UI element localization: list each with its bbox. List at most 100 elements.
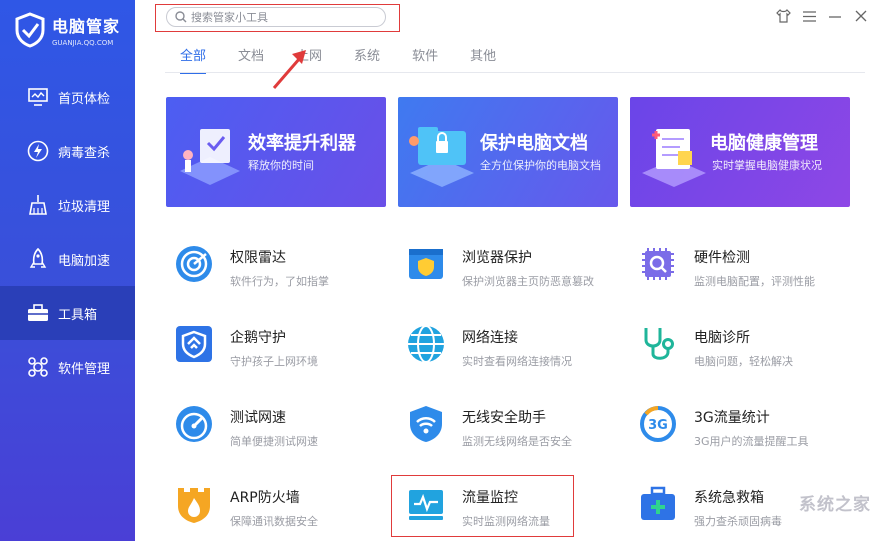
banner-title: 电脑健康管理 bbox=[710, 133, 818, 154]
tool-desc: 3G用户的流量提醒工具 bbox=[694, 435, 809, 448]
tab-documents[interactable]: 文档 bbox=[238, 45, 264, 74]
watermark: 系统之家 bbox=[799, 495, 871, 515]
banner-title: 效率提升利器 bbox=[248, 133, 356, 154]
sidebar-item-virus-scan[interactable]: 病毒查杀 bbox=[0, 124, 135, 178]
banner-title: 保护电脑文档 bbox=[480, 133, 588, 154]
sidebar-item-label: 病毒查杀 bbox=[58, 145, 111, 161]
speedometer-icon bbox=[176, 406, 212, 442]
sidebar-item-label: 软件管理 bbox=[58, 361, 111, 377]
tool-desc: 强力查杀顽固病毒 bbox=[694, 515, 782, 528]
tool-name: 硬件检测 bbox=[694, 250, 750, 266]
tool-name: 测试网速 bbox=[230, 410, 286, 426]
search-input[interactable] bbox=[191, 10, 371, 24]
sidebar-item-toolbox[interactable]: 工具箱 bbox=[0, 286, 135, 340]
skin-icon[interactable] bbox=[775, 8, 791, 24]
tab-all[interactable]: 全部 bbox=[180, 45, 207, 74]
tool-permission-radar[interactable]: 权限雷达 软件行为，了如指掌 bbox=[174, 244, 384, 300]
sidebar-item-software-manager[interactable]: 软件管理 bbox=[0, 340, 135, 394]
tool-3g-traffic-stats[interactable]: 3G 3G流量统计 3G用户的流量提醒工具 bbox=[638, 404, 848, 460]
red-arrow-annotation bbox=[272, 50, 306, 89]
tool-hardware-detection[interactable]: 硬件检测 监测电脑配置，评测性能 bbox=[638, 244, 848, 300]
tool-name: 网络连接 bbox=[462, 330, 518, 346]
rocket-icon bbox=[26, 247, 50, 271]
tool-pc-clinic[interactable]: 电脑诊所 电脑问题，轻松解决 bbox=[638, 324, 848, 380]
tool-name: 3G流量统计 bbox=[694, 410, 770, 426]
radar-icon bbox=[176, 246, 212, 282]
broom-icon bbox=[26, 193, 50, 217]
window-controls bbox=[775, 8, 869, 24]
tool-name: ARP防火墙 bbox=[230, 490, 300, 506]
tool-network-connection[interactable]: 网络连接 实时查看网络连接情况 bbox=[406, 324, 616, 380]
toolbox-icon bbox=[26, 301, 50, 325]
tool-browser-protection[interactable]: 浏览器保护 保护浏览器主页防恶意篡改 bbox=[406, 244, 616, 300]
sidebar-item-junk-clean[interactable]: 垃圾清理 bbox=[0, 178, 135, 232]
globe-icon bbox=[408, 325, 444, 363]
search-bar[interactable] bbox=[166, 7, 386, 27]
apps-icon bbox=[26, 355, 50, 379]
lightning-icon bbox=[26, 139, 50, 163]
close-icon[interactable] bbox=[853, 8, 869, 24]
tool-name: 企鹅守护 bbox=[230, 330, 286, 346]
traffic-monitor-icon bbox=[409, 490, 443, 520]
tool-penguin-guardian[interactable]: 企鹅守护 守护孩子上网环境 bbox=[174, 324, 384, 380]
tool-desc: 守护孩子上网环境 bbox=[230, 355, 318, 368]
tool-name: 流量监控 bbox=[462, 490, 518, 506]
banner-subtitle: 全方位保护你的电脑文档 bbox=[480, 159, 601, 172]
sidebar-item-label: 首页体检 bbox=[58, 91, 111, 107]
firewall-icon bbox=[178, 488, 210, 523]
app-subtitle: GUANJIA.QQ.COM bbox=[52, 39, 114, 47]
tool-name: 电脑诊所 bbox=[694, 330, 750, 346]
sidebar-item-label: 电脑加速 bbox=[58, 253, 111, 269]
tool-speed-test[interactable]: 测试网速 简单便捷测试网速 bbox=[174, 404, 384, 460]
sidebar-item-speedup[interactable]: 电脑加速 bbox=[0, 232, 135, 286]
tab-system[interactable]: 系统 bbox=[354, 45, 380, 74]
tool-desc: 保护浏览器主页防恶意篡改 bbox=[462, 275, 594, 288]
3g-icon: 3G bbox=[640, 406, 676, 442]
tool-traffic-monitor[interactable]: 流量监控 实时监测网络流量 bbox=[406, 484, 616, 540]
sidebar-nav: 首页体检 病毒查杀 垃圾清理 电脑加速 工具箱 软件管理 bbox=[0, 70, 135, 394]
penguin-shield-icon bbox=[176, 326, 212, 362]
app-window: 电脑管家 GUANJIA.QQ.COM 首页体检 病毒查杀 垃圾清理 电脑加速 … bbox=[0, 0, 881, 541]
svg-text:3G: 3G bbox=[648, 418, 668, 433]
minimize-icon[interactable] bbox=[827, 8, 843, 24]
health-report-illustration-icon bbox=[642, 129, 706, 187]
tool-desc: 软件行为，了如指掌 bbox=[230, 275, 329, 288]
banner-health-management[interactable]: 电脑健康管理 实时掌握电脑健康状况 bbox=[630, 97, 850, 207]
folder-lock-illustration-icon bbox=[409, 127, 474, 187]
banner-subtitle: 实时掌握电脑健康状况 bbox=[712, 159, 822, 172]
tool-desc: 实时监测网络流量 bbox=[462, 515, 550, 528]
tool-desc: 监测无线网络是否安全 bbox=[462, 435, 572, 448]
banner-efficiency[interactable]: 效率提升利器 释放你的时间 bbox=[166, 97, 386, 207]
app-logo: 电脑管家 GUANJIA.QQ.COM bbox=[14, 12, 120, 48]
browser-shield-icon bbox=[409, 249, 443, 279]
tool-arp-firewall[interactable]: ARP防火墙 保障通讯数据安全 bbox=[174, 484, 384, 540]
category-tabs: 全部 文档 上网 系统 软件 其他 bbox=[180, 45, 528, 74]
tab-other[interactable]: 其他 bbox=[470, 45, 496, 74]
chip-icon bbox=[642, 248, 674, 280]
tool-desc: 实时查看网络连接情况 bbox=[462, 355, 572, 368]
tool-desc: 简单便捷测试网速 bbox=[230, 435, 318, 448]
tool-wifi-security[interactable]: 无线安全助手 监测无线网络是否安全 bbox=[406, 404, 616, 460]
tab-software[interactable]: 软件 bbox=[412, 45, 438, 74]
app-name: 电脑管家 bbox=[52, 17, 121, 36]
firstaid-icon bbox=[641, 486, 675, 520]
tool-desc: 保障通讯数据安全 bbox=[230, 515, 318, 528]
sidebar-item-home-checkup[interactable]: 首页体检 bbox=[0, 70, 135, 124]
tool-name: 系统急救箱 bbox=[694, 490, 764, 506]
banner-document-protection[interactable]: 保护电脑文档 全方位保护你的电脑文档 bbox=[398, 97, 618, 207]
desk-illustration-icon bbox=[180, 129, 240, 185]
monitor-icon bbox=[26, 85, 50, 109]
sidebar-item-label: 垃圾清理 bbox=[58, 199, 111, 215]
sidebar-item-label: 工具箱 bbox=[58, 307, 98, 323]
tool-name: 浏览器保护 bbox=[462, 250, 532, 266]
banner-subtitle: 释放你的时间 bbox=[248, 159, 314, 172]
search-icon bbox=[175, 11, 187, 23]
tool-desc: 电脑问题，轻松解决 bbox=[694, 355, 793, 368]
shield-logo-icon bbox=[15, 12, 45, 48]
menu-icon[interactable] bbox=[801, 8, 817, 24]
tool-name: 无线安全助手 bbox=[462, 410, 546, 426]
wifi-shield-icon bbox=[410, 406, 442, 442]
sidebar: 电脑管家 GUANJIA.QQ.COM 首页体检 病毒查杀 垃圾清理 电脑加速 … bbox=[0, 0, 135, 541]
tool-name: 权限雷达 bbox=[230, 250, 286, 266]
tool-desc: 监测电脑配置，评测性能 bbox=[694, 275, 815, 288]
